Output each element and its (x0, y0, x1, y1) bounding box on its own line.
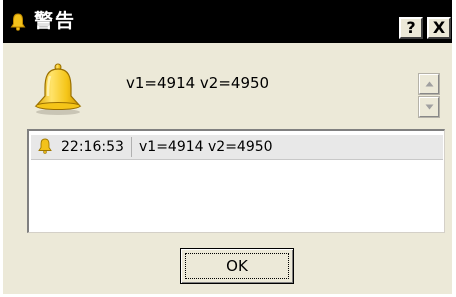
ok-button-label: OK (226, 257, 248, 275)
alert-log-list[interactable]: 22:16:53 v1=4914 v2=4950 (27, 129, 445, 233)
arrow-up-icon (425, 81, 434, 87)
bell-icon (34, 63, 82, 115)
column-divider (131, 137, 132, 157)
scroll-up-button[interactable] (419, 74, 439, 94)
close-button[interactable]: X (427, 17, 451, 39)
help-button[interactable]: ? (399, 17, 423, 39)
ok-button[interactable]: OK (180, 248, 294, 284)
log-message: v1=4914 v2=4950 (139, 139, 273, 155)
window-title: 警告 (34, 10, 77, 32)
list-item[interactable]: 22:16:53 v1=4914 v2=4950 (31, 135, 443, 160)
bell-icon (38, 138, 52, 154)
alert-message: v1=4914 v2=4950 (126, 74, 270, 92)
log-time: 22:16:53 (61, 139, 124, 155)
arrow-down-icon (425, 104, 434, 110)
title-bar[interactable]: 警告 ? X (3, 0, 452, 43)
scroll-down-button[interactable] (419, 97, 439, 117)
alert-dialog: 警告 ? X v1=4914 v2=4950 22:16:53 v1=4914 … (0, 0, 456, 297)
bell-icon (10, 13, 26, 31)
